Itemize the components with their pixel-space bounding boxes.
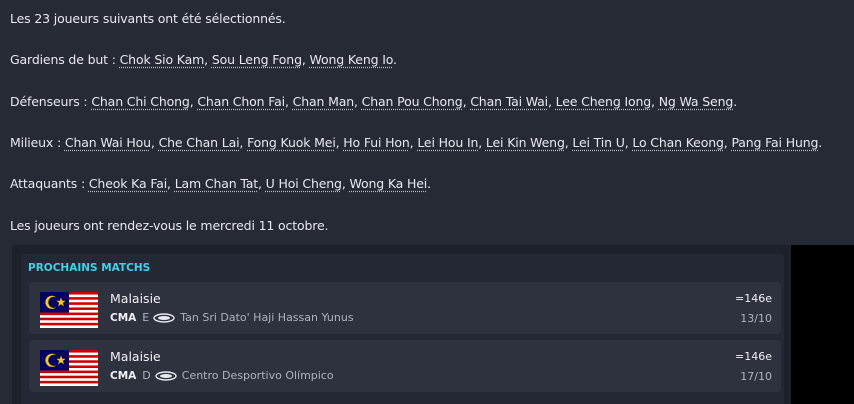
player-link[interactable]: Fong Kuok Mei [247,135,336,150]
player-link[interactable]: Chan Tai Wai [470,94,548,109]
player-link[interactable]: Chan Man [293,94,355,109]
match-date: 13/10 [740,312,772,325]
midfielders-line: Milieux : Chan Wai Hou, Che Chan Lai, Fo… [10,135,822,151]
player-link[interactable]: Pang Fai Hung [731,135,818,150]
opponent-name[interactable]: Malaisie [110,349,161,364]
separator: . [733,94,737,109]
separator: , [548,94,556,109]
separator: , [284,94,293,109]
match-date: 17/10 [740,370,772,383]
match-row[interactable]: Malaisie CMA D Centro Desportivo Olímpic… [29,340,781,392]
player-link[interactable]: Chan Chi Chong [91,94,190,109]
separator: . [427,176,431,191]
separator: . [393,52,397,67]
group-label: Gardiens de but : [10,52,120,67]
malaysia-flag-icon [40,350,98,386]
venue-type: D [142,369,151,382]
defenders-line: Défenseurs : Chan Chi Chong, Chan Chon F… [10,94,737,110]
player-list: Chan Chi Chong, Chan Chon Fai, Chan Man,… [91,94,737,109]
separator: , [478,135,486,150]
player-link[interactable]: Chok Sio Kam [120,52,205,67]
player-list: Cheok Ka Fai, Lam Chan Tat, U Hoi Cheng,… [89,176,431,191]
match-details: CMA D Centro Desportivo Olímpico [110,369,334,382]
intro-text: Les 23 joueurs suivants ont été sélectio… [10,11,286,26]
separator: , [167,176,175,191]
venue-type: E [142,311,150,324]
match-row[interactable]: Malaisie CMA E Tan Sri Dato' Haji Hassan… [29,282,781,334]
separator: . [818,135,823,150]
player-link[interactable]: Wong Keng Io [310,52,394,67]
player-link[interactable]: Chan Pou Chong [362,94,463,109]
group-label: Attaquants : [10,176,89,191]
player-link[interactable]: Chan Wai Hou [65,135,151,150]
player-link[interactable]: Lei Kin Weng [486,135,565,150]
match-details: CMA E Tan Sri Dato' Haji Hassan Yunus [110,311,354,324]
player-link[interactable]: Sou Leng Fong [212,52,302,67]
opponent-ranking: =146e [735,292,772,305]
player-link[interactable]: Lee Cheng Iong [556,94,652,109]
stadium-icon [153,312,175,323]
separator: , [239,135,248,150]
separator: , [204,52,212,67]
stadium-icon [155,370,177,381]
player-link[interactable]: Lei Tin U [572,135,624,150]
player-link[interactable]: Lam Chan Tat [175,176,258,191]
forwards-line: Attaquants : Cheok Ka Fai, Lam Chan Tat,… [10,176,431,192]
separator: , [354,94,362,109]
player-link[interactable]: Chan Chon Fai [197,94,285,109]
group-label: Défenseurs : [10,94,92,109]
upcoming-matches-title: PROCHAINS MATCHS [28,262,151,274]
separator: , [258,176,266,191]
player-list: Chok Sio Kam, Sou Leng Fong, Wong Keng I… [120,52,397,67]
player-link[interactable]: Wong Ka Hei [350,176,428,191]
player-link[interactable]: U Hoi Cheng [266,176,342,191]
separator: , [651,94,659,109]
malaysia-flag-icon [40,292,98,328]
separator: , [150,135,159,150]
separator: , [301,52,310,67]
player-link[interactable]: Ho Fui Hon [343,135,410,150]
opponent-ranking: =146e [735,350,772,363]
goalkeepers-line: Gardiens de but : Chok Sio Kam, Sou Leng… [10,52,397,68]
squad-announcement: Les 23 joueurs suivants ont été sélectio… [0,0,854,404]
player-link[interactable]: Lei Hou In [417,135,478,150]
stadium-name[interactable]: Centro Desportivo Olímpico [182,369,334,382]
player-link[interactable]: Che Chan Lai [159,135,240,150]
competition-badge[interactable]: CMA [110,312,136,324]
meeting-text: Les joueurs ont rendez-vous le mercredi … [10,218,329,233]
opponent-name[interactable]: Malaisie [110,291,161,306]
player-link[interactable]: Lo Chan Keong [632,135,724,150]
competition-badge[interactable]: CMA [110,370,136,382]
separator: , [341,176,350,191]
stadium-name[interactable]: Tan Sri Dato' Haji Hassan Yunus [180,311,353,324]
panel-edge [791,245,854,404]
player-link[interactable]: Cheok Ka Fai [89,176,167,191]
player-list: Chan Wai Hou, Che Chan Lai, Fong Kuok Me… [65,135,822,150]
group-label: Milieux : [10,135,65,150]
player-link[interactable]: Ng Wa Seng [659,94,734,109]
